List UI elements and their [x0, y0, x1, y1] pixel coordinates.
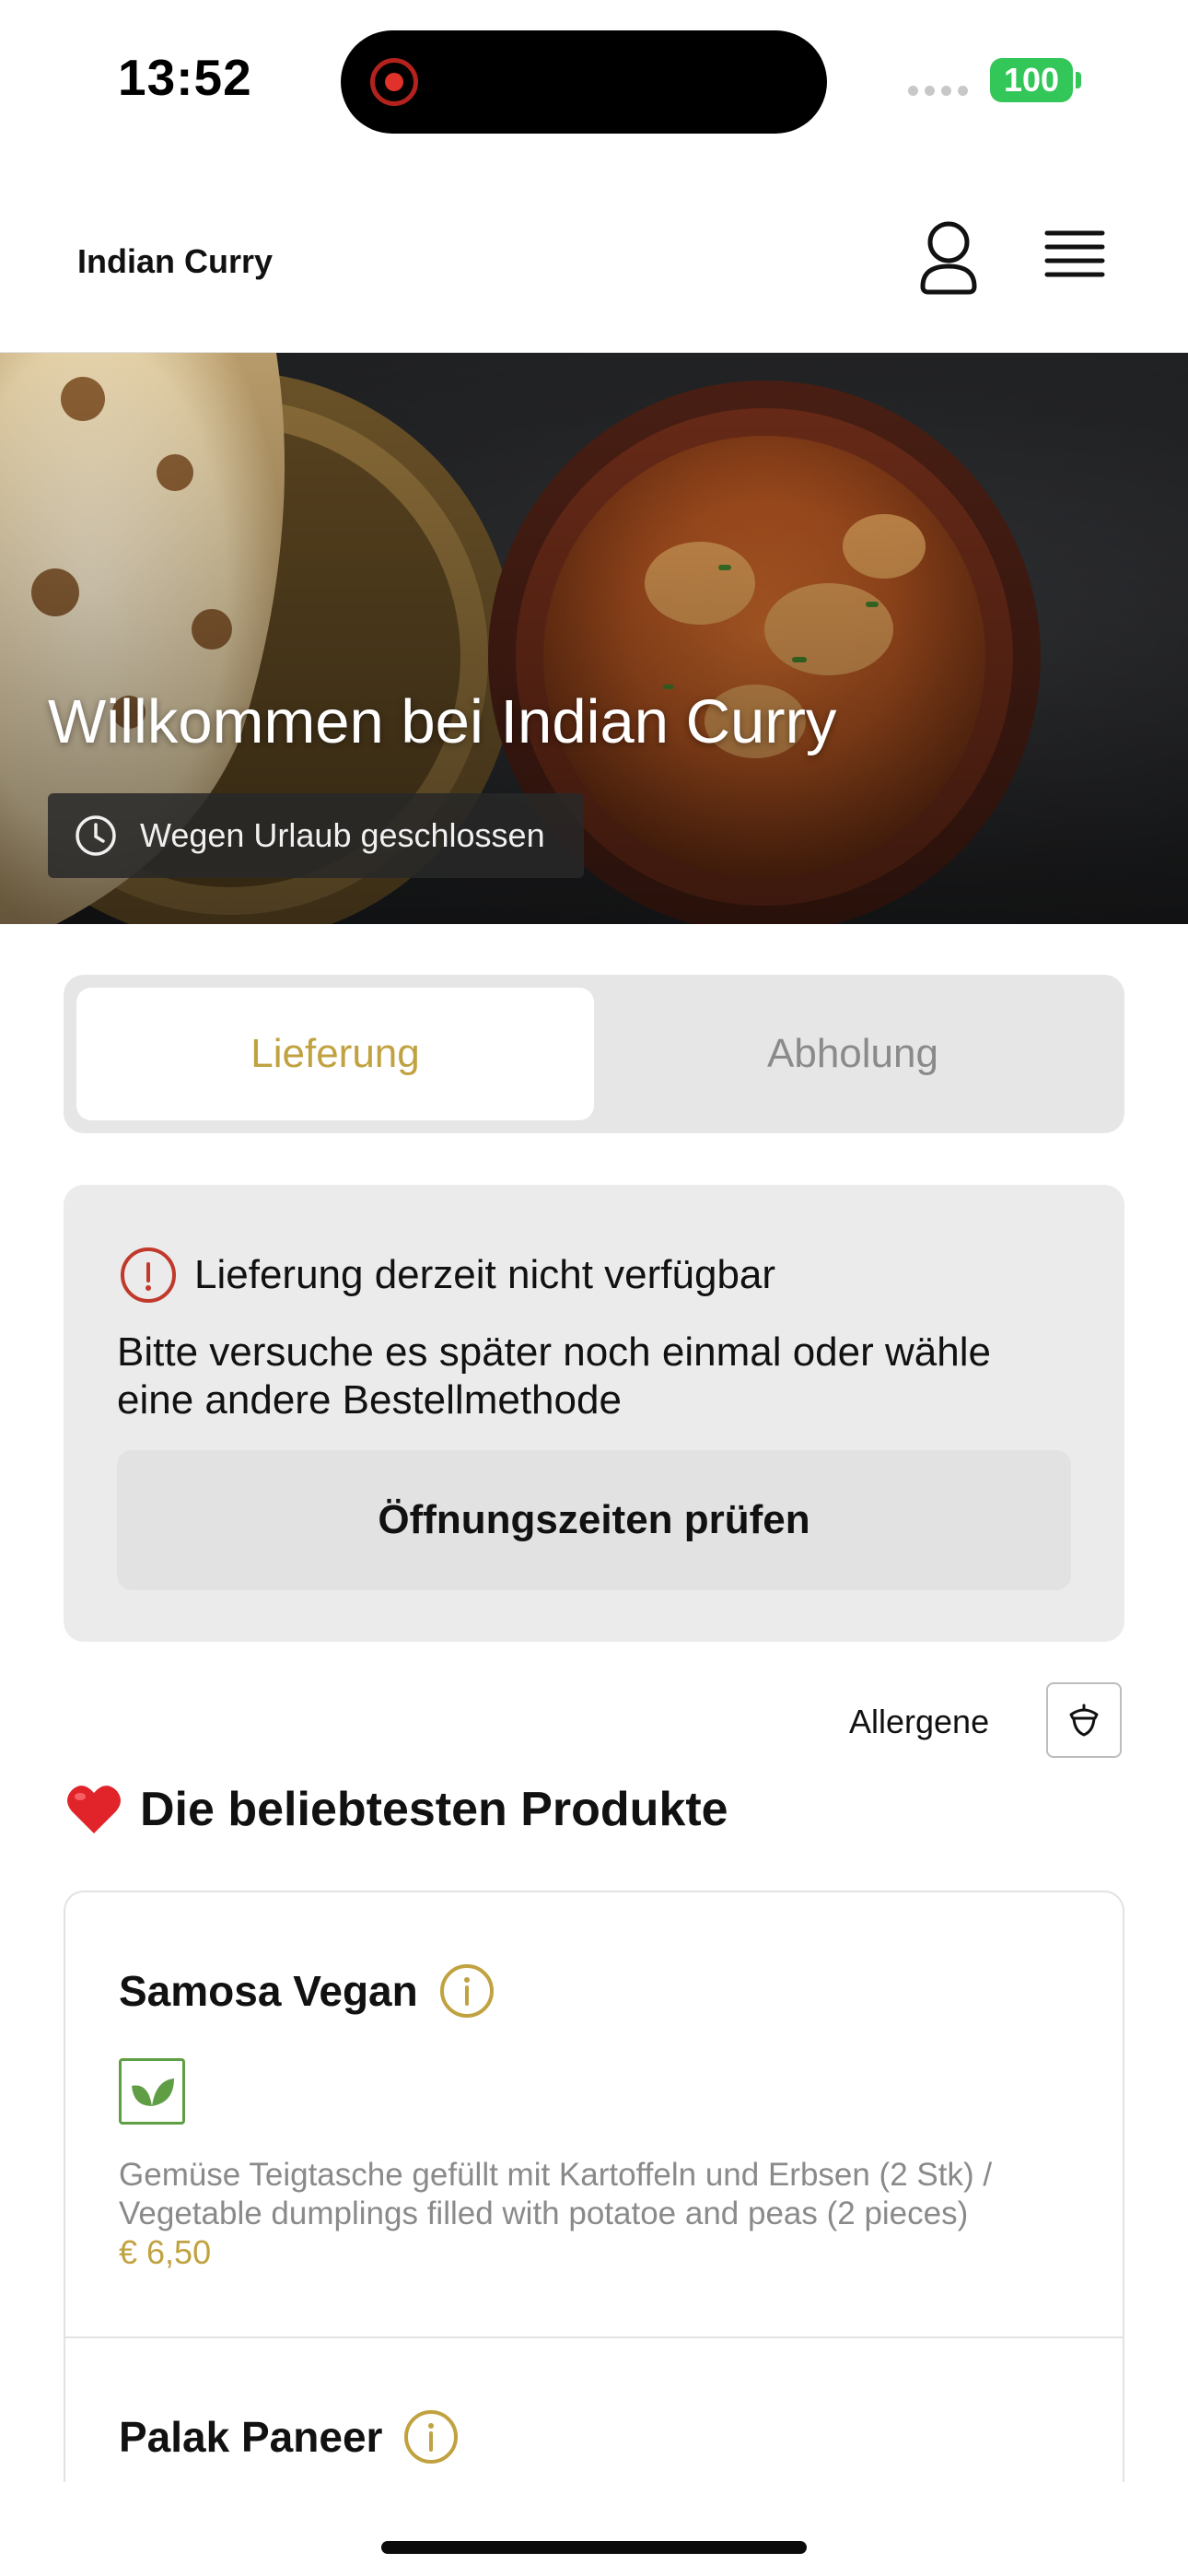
store-status-text: Wegen Urlaub geschlossen — [140, 816, 545, 854]
acorn-allergen-icon — [1069, 1704, 1099, 1737]
account-button[interactable] — [912, 215, 985, 298]
check-opening-hours-button[interactable]: Öffnungszeiten prüfen — [117, 1450, 1071, 1590]
product-description: Gemüse Teigtasche gefüllt mit Kartoffeln… — [119, 2157, 993, 2231]
vegan-badge — [119, 2058, 185, 2125]
product-card[interactable]: Samosa Vegan Gemüse Teigtasche gefüllt m… — [65, 1892, 1123, 2338]
allergens-filter-button[interactable] — [1046, 1682, 1122, 1758]
allergens-label: Allergene — [849, 1703, 990, 1740]
info-alert-icon — [121, 1247, 176, 1303]
product-name-row: Samosa Vegan — [119, 1962, 495, 2020]
store-status-badge: Wegen Urlaub geschlossen — [48, 793, 584, 878]
status-bar: 13:52 100 — [0, 0, 1188, 161]
leaf-icon — [132, 2078, 174, 2106]
home-indicator[interactable] — [381, 2541, 807, 2554]
status-time: 13:52 — [118, 49, 252, 106]
menu-button[interactable] — [1036, 218, 1110, 292]
brand-name[interactable]: Indian Curry — [77, 242, 273, 281]
alert-header: Lieferung derzeit nicht verfügbar — [119, 1246, 775, 1305]
user-icon — [920, 221, 977, 295]
section-title: Die beliebtesten Produkte — [140, 1783, 728, 1836]
alert-message: Bitte versuche es später noch einmal ode… — [117, 1329, 991, 1423]
heart-icon — [67, 1786, 121, 1833]
hamburger-menu-icon — [1044, 230, 1105, 277]
clock-icon — [76, 815, 116, 856]
tab-delivery[interactable]: Lieferung — [76, 988, 594, 1120]
info-icon[interactable] — [402, 2408, 460, 2465]
tab-pickup[interactable]: Abholung — [594, 988, 1112, 1120]
battery-icon: 100 — [990, 58, 1073, 102]
hero-banner: Willkommen bei Indian Curry Wegen Urlaub… — [0, 353, 1188, 924]
cellular-signal-icon — [908, 86, 968, 96]
info-icon[interactable] — [438, 1962, 495, 2020]
order-method-toggle: Lieferung Abholung — [64, 975, 1124, 1133]
popular-products-heading: Die beliebtesten Produkte — [64, 1782, 728, 1837]
alert-title: Lieferung derzeit nicht verfügbar — [194, 1252, 776, 1297]
product-name: Palak Paneer — [119, 2413, 383, 2461]
popular-products-list: Samosa Vegan Gemüse Teigtasche gefüllt m… — [64, 1891, 1124, 2482]
dynamic-island — [341, 30, 827, 134]
product-price: € 6,50 — [119, 2233, 212, 2271]
screen-recording-icon — [370, 58, 418, 106]
delivery-unavailable-alert: Lieferung derzeit nicht verfügbar Bitte … — [64, 1185, 1124, 1642]
product-name: Samosa Vegan — [119, 1967, 418, 2015]
battery-tip — [1076, 72, 1081, 88]
app-header: Indian Curry — [0, 161, 1188, 353]
welcome-title: Willkommen bei Indian Curry — [48, 687, 837, 756]
product-name-row: Palak Paneer — [119, 2408, 460, 2465]
